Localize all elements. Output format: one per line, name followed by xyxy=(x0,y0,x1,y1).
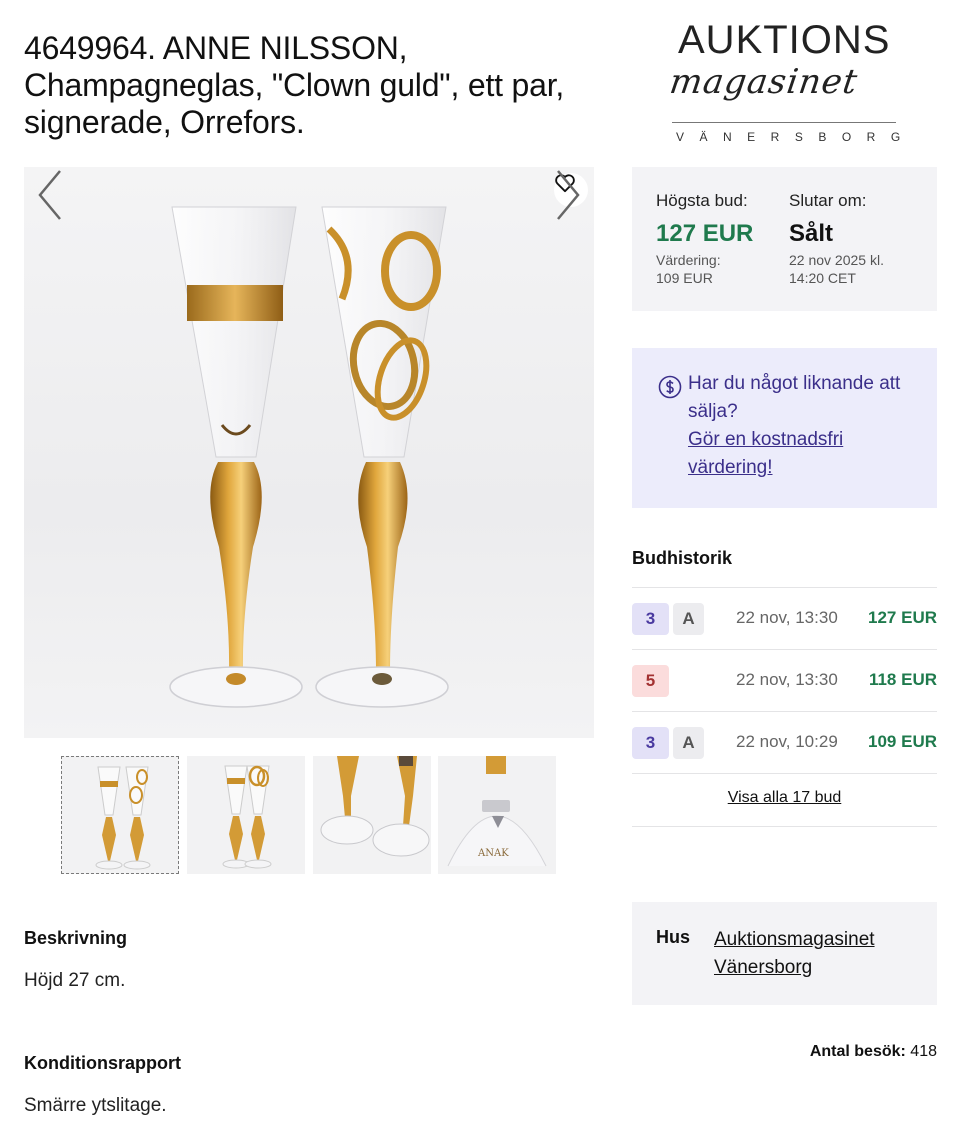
bid-amount: 109 EUR xyxy=(868,732,937,751)
auto-bid-badge: A xyxy=(673,727,704,759)
thumbnail-image xyxy=(320,756,430,857)
bid-history-heading: Budhistorik xyxy=(632,548,733,568)
logo-city: VÄNERSBORG xyxy=(676,130,916,144)
logo-divider xyxy=(672,122,896,123)
condition-heading: Konditionsrapport xyxy=(24,1053,181,1073)
bidder-badge: 3 xyxy=(632,603,669,635)
ends-status: Sålt xyxy=(789,220,834,247)
bidder-badge: 5 xyxy=(632,665,669,697)
bid-time: 22 nov, 13:30 xyxy=(736,670,838,689)
description-heading: Beskrivning xyxy=(24,928,128,948)
bid-history-list: 3 A 22 nov, 13:30 127 EUR 5 22 nov, 13:3… xyxy=(632,587,937,827)
house-label: Hus xyxy=(656,927,691,947)
view-all-bids-link[interactable]: Visa alla 17 bud xyxy=(728,789,842,806)
bid-history-row: 3 A 22 nov, 13:30 127 EUR xyxy=(632,587,937,649)
auto-bid-badge: A xyxy=(673,603,704,635)
visit-count: Antal besök: 418 xyxy=(810,1043,937,1061)
house-link[interactable]: Auktionsmagasinet Vänersborg xyxy=(714,926,914,982)
bidder-badge: 3 xyxy=(632,727,669,759)
thumbnail-strip: ANAK xyxy=(61,756,561,876)
description-text: Höjd 27 cm. xyxy=(24,970,126,991)
logo-script: magasinet xyxy=(667,62,861,102)
highest-bid-value: 127 EUR xyxy=(656,220,754,247)
dollar-circle-icon xyxy=(658,375,682,399)
valuation-text: Värdering: 109 EUR xyxy=(656,252,721,286)
product-image-gallery[interactable] xyxy=(24,167,594,738)
ends-date: 22 nov 2025 kl. 14:20 CET xyxy=(789,252,884,286)
sell-question: Har du något liknande att sälja? xyxy=(688,373,901,422)
thumbnail-image xyxy=(95,766,151,870)
chevron-left-icon[interactable] xyxy=(34,167,66,223)
view-all-bids-row: Visa alla 17 bud xyxy=(632,773,937,827)
sell-promo-card: Har du något liknande att sälja? Gör en … xyxy=(632,348,937,508)
thumbnail-2[interactable] xyxy=(187,756,305,874)
thumbnail-3[interactable] xyxy=(313,756,431,874)
svg-text:ANAK: ANAK xyxy=(477,848,509,859)
chevron-right-icon[interactable] xyxy=(552,167,584,223)
bid-amount: 118 EUR xyxy=(868,670,937,689)
ends-label: Slutar om: xyxy=(789,191,867,210)
thumbnail-4[interactable]: ANAK xyxy=(438,756,556,874)
thumbnail-image xyxy=(222,765,272,869)
brand-logo[interactable]: AUKTIONS magasinet VÄNERSBORG xyxy=(664,18,904,148)
page-title: 4649964. ANNE NILSSON, Champagneglas, "C… xyxy=(24,30,565,140)
visit-count-value: 418 xyxy=(910,1043,937,1060)
logo-wordmark: AUKTIONS xyxy=(678,18,891,62)
main-product-image xyxy=(169,206,449,708)
free-valuation-link[interactable]: Gör en kostnadsfri värdering! xyxy=(688,426,918,482)
thumbnail-1[interactable] xyxy=(61,756,179,874)
bid-history-row: 3 A 22 nov, 10:29 109 EUR xyxy=(632,711,937,773)
bid-history-row: 5 22 nov, 13:30 118 EUR xyxy=(632,649,937,711)
bid-time: 22 nov, 10:29 xyxy=(736,732,838,751)
condition-text: Smärre ytslitage. xyxy=(24,1095,167,1116)
bid-amount: 127 EUR xyxy=(868,608,937,627)
bid-time: 22 nov, 13:30 xyxy=(736,608,838,627)
highest-bid-label: Högsta bud: xyxy=(656,191,748,210)
visit-count-label: Antal besök: xyxy=(809,1043,906,1060)
auction-house-card: Hus Auktionsmagasinet Vänersborg xyxy=(632,902,937,1005)
bid-summary-card: Högsta bud: 127 EUR Värdering: 109 EUR S… xyxy=(632,167,937,311)
thumbnail-image: ANAK xyxy=(447,756,547,867)
